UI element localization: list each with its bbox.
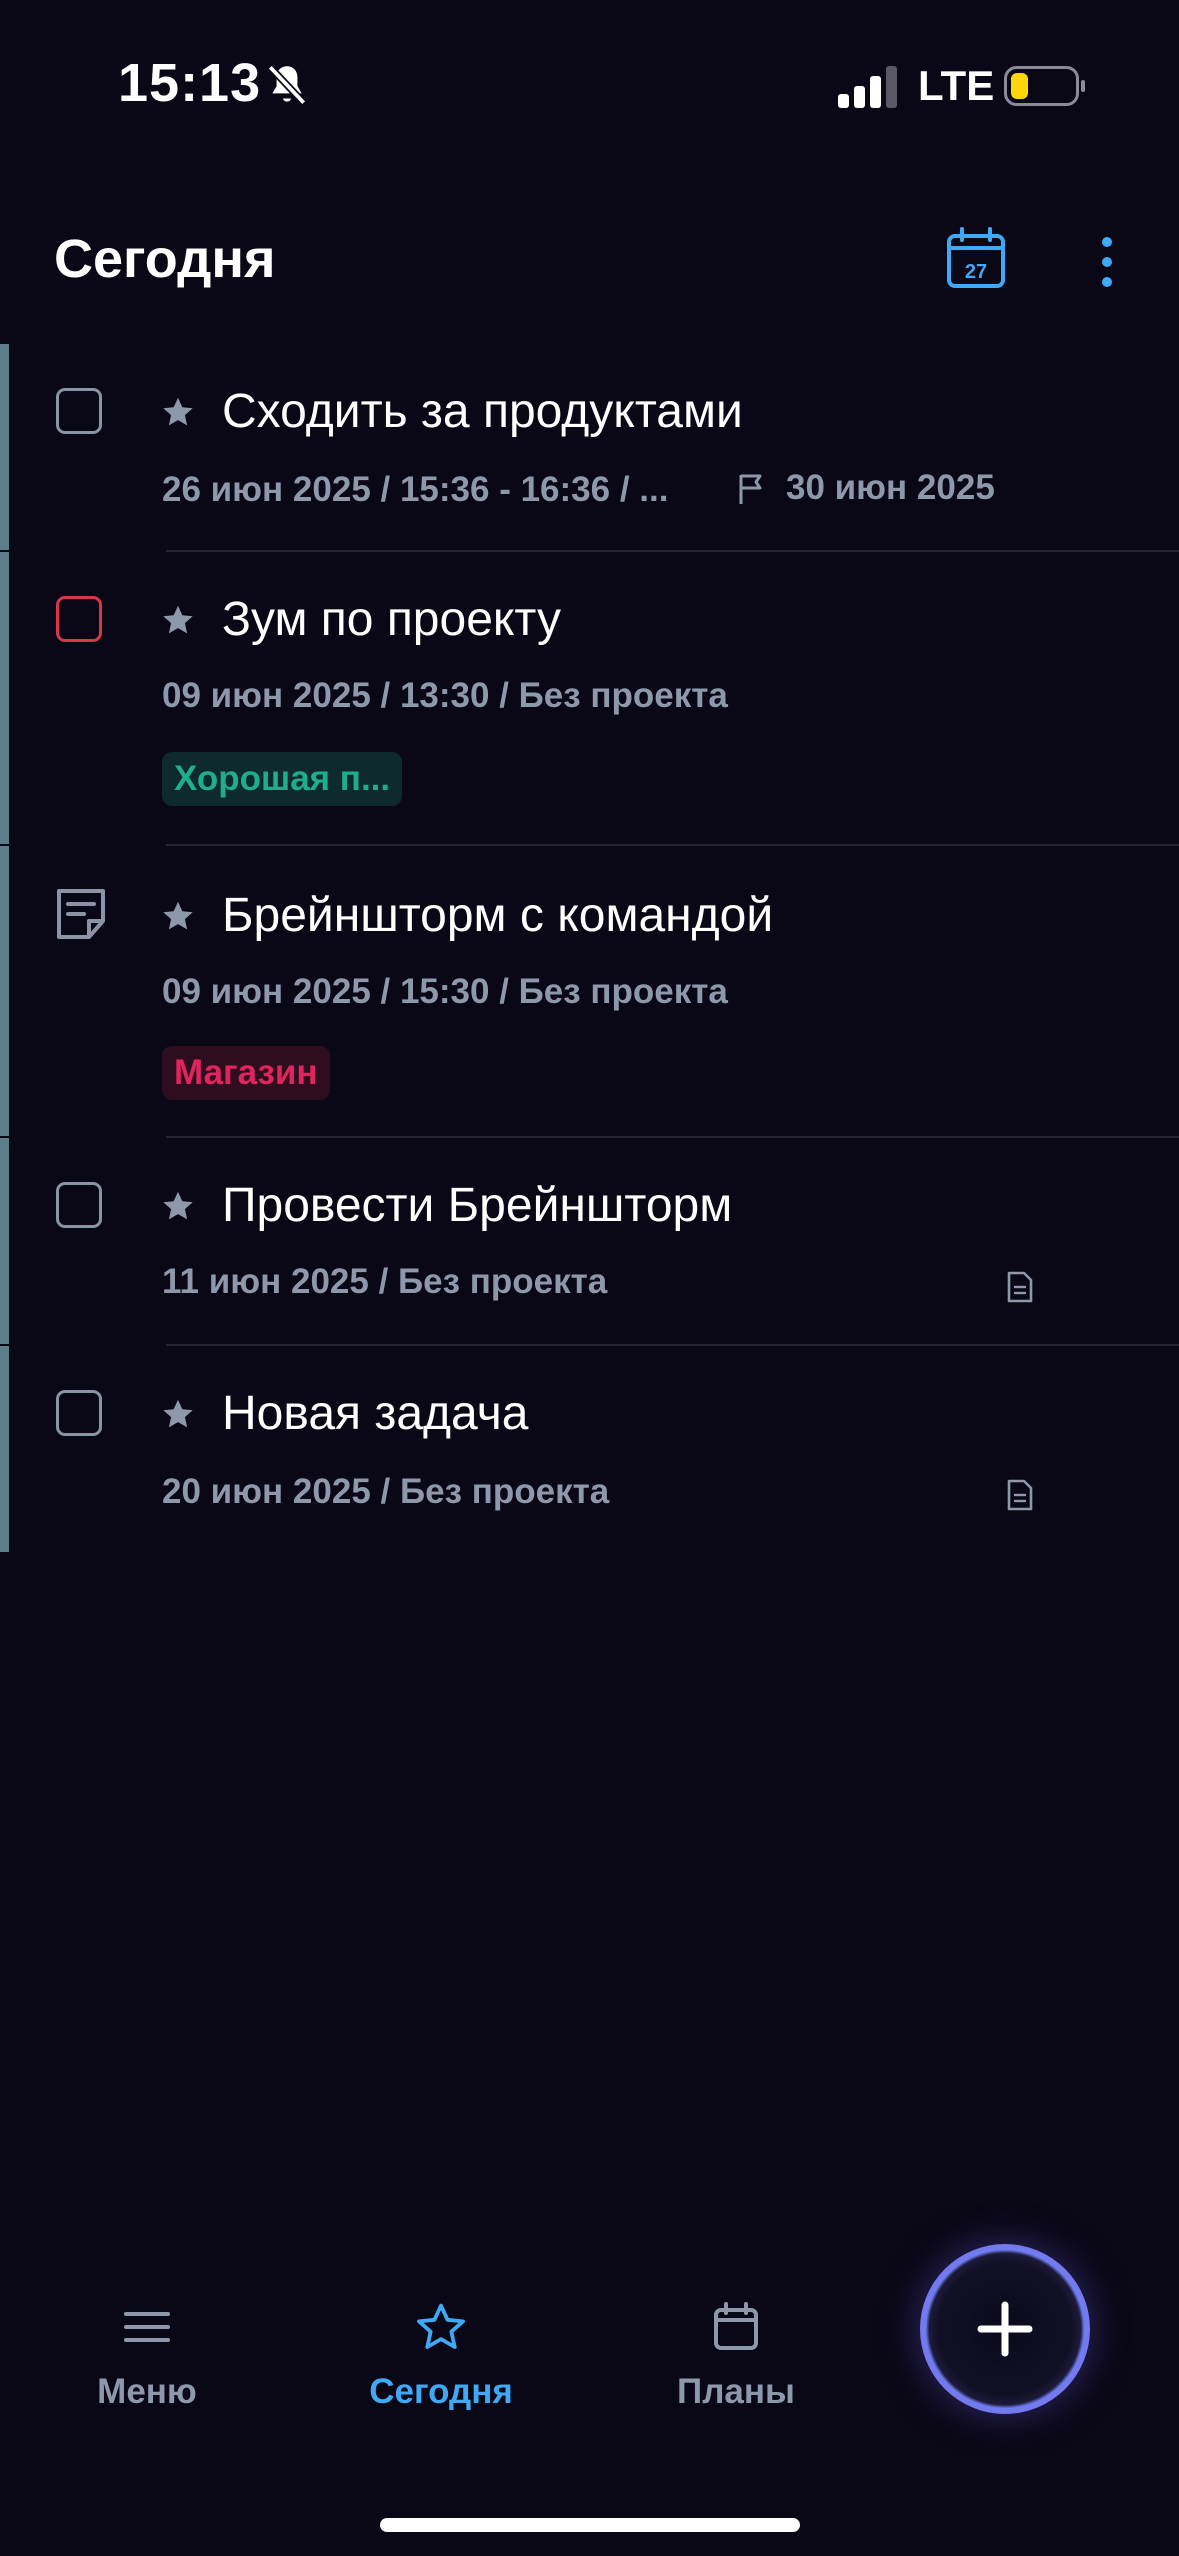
task-meta: 09 июн 2025 / 13:30 / Без проекта (162, 676, 728, 715)
task-color-bar (0, 1138, 9, 1344)
hamburger-menu-icon (124, 2312, 170, 2342)
page-title: Сегодня (54, 229, 276, 289)
task-meta: 20 июн 2025 / Без проекта (162, 1472, 610, 1511)
task-title: Брейншторм с командой (222, 889, 774, 942)
task-checkbox-overdue[interactable] (56, 596, 102, 642)
task-meta: 11 июн 2025 / Без проекта (162, 1262, 608, 1301)
star-icon[interactable] (160, 1396, 196, 1432)
task-color-bar (0, 344, 9, 550)
nav-menu[interactable]: Меню (47, 2300, 247, 2412)
task-deadline: 30 июн 2025 (786, 468, 995, 507)
task-title: Зум по проекту (222, 593, 561, 646)
document-icon (1007, 1271, 1033, 1303)
star-icon[interactable] (160, 1188, 196, 1224)
network-type: LTE (918, 62, 995, 109)
task-tag[interactable]: Хорошая п... (162, 752, 403, 806)
task-row[interactable]: Сходить за продуктами 26 июн 2025 / 15:3… (0, 344, 1179, 550)
star-icon[interactable] (160, 394, 196, 430)
deadline-flag-icon (739, 474, 762, 504)
task-title: Новая задача (222, 1387, 529, 1440)
more-options-icon[interactable] (1092, 232, 1122, 292)
document-icon (1007, 1479, 1033, 1511)
add-task-button[interactable] (920, 2244, 1090, 2414)
task-checkbox[interactable] (56, 1390, 102, 1436)
calendar-outline-icon (714, 2302, 758, 2350)
nav-plans-label: Планы (677, 2372, 795, 2411)
nav-today[interactable]: Сегодня (341, 2300, 541, 2412)
task-meta: 09 июн 2025 / 15:30 / Без проекта (162, 972, 728, 1011)
calendar-day-number: 27 (965, 261, 987, 283)
status-bar: 15:13 LTE (0, 0, 1179, 170)
silent-bell-icon (267, 64, 307, 106)
nav-plans[interactable]: Планы (636, 2300, 836, 2412)
task-row[interactable]: Брейншторм с командой 09 июн 2025 / 15:3… (0, 846, 1179, 1136)
status-time: 15:13 (118, 53, 262, 113)
task-row[interactable]: Зум по проекту 09 июн 2025 / 13:30 / Без… (0, 552, 1179, 844)
star-outline-icon (417, 2303, 465, 2349)
task-color-bar (0, 846, 9, 1136)
star-icon[interactable] (160, 898, 196, 934)
star-icon[interactable] (160, 602, 196, 638)
task-row[interactable]: Новая задача 20 июн 2025 / Без проекта (0, 1346, 1179, 1552)
task-checkbox[interactable] (56, 1182, 102, 1228)
task-meta: 26 июн 2025 / 15:36 - 16:36 / ... (162, 470, 669, 509)
task-color-bar (0, 1346, 9, 1552)
task-color-bar (0, 552, 9, 844)
task-title: Сходить за продуктами (222, 385, 743, 438)
note-icon[interactable] (54, 886, 108, 942)
plus-icon (977, 2301, 1033, 2357)
task-title: Провести Брейншторм (222, 1179, 733, 1232)
task-row[interactable]: Провести Брейншторм 11 июн 2025 / Без пр… (0, 1138, 1179, 1344)
task-checkbox[interactable] (56, 388, 102, 434)
cellular-signal-icon (838, 66, 897, 108)
task-tag[interactable]: Магазин (162, 1046, 330, 1100)
calendar-icon[interactable]: 27 (946, 226, 1006, 290)
home-indicator[interactable] (380, 2518, 800, 2532)
battery-icon (1004, 66, 1085, 106)
nav-today-label: Сегодня (369, 2372, 513, 2411)
nav-menu-label: Меню (97, 2372, 197, 2411)
